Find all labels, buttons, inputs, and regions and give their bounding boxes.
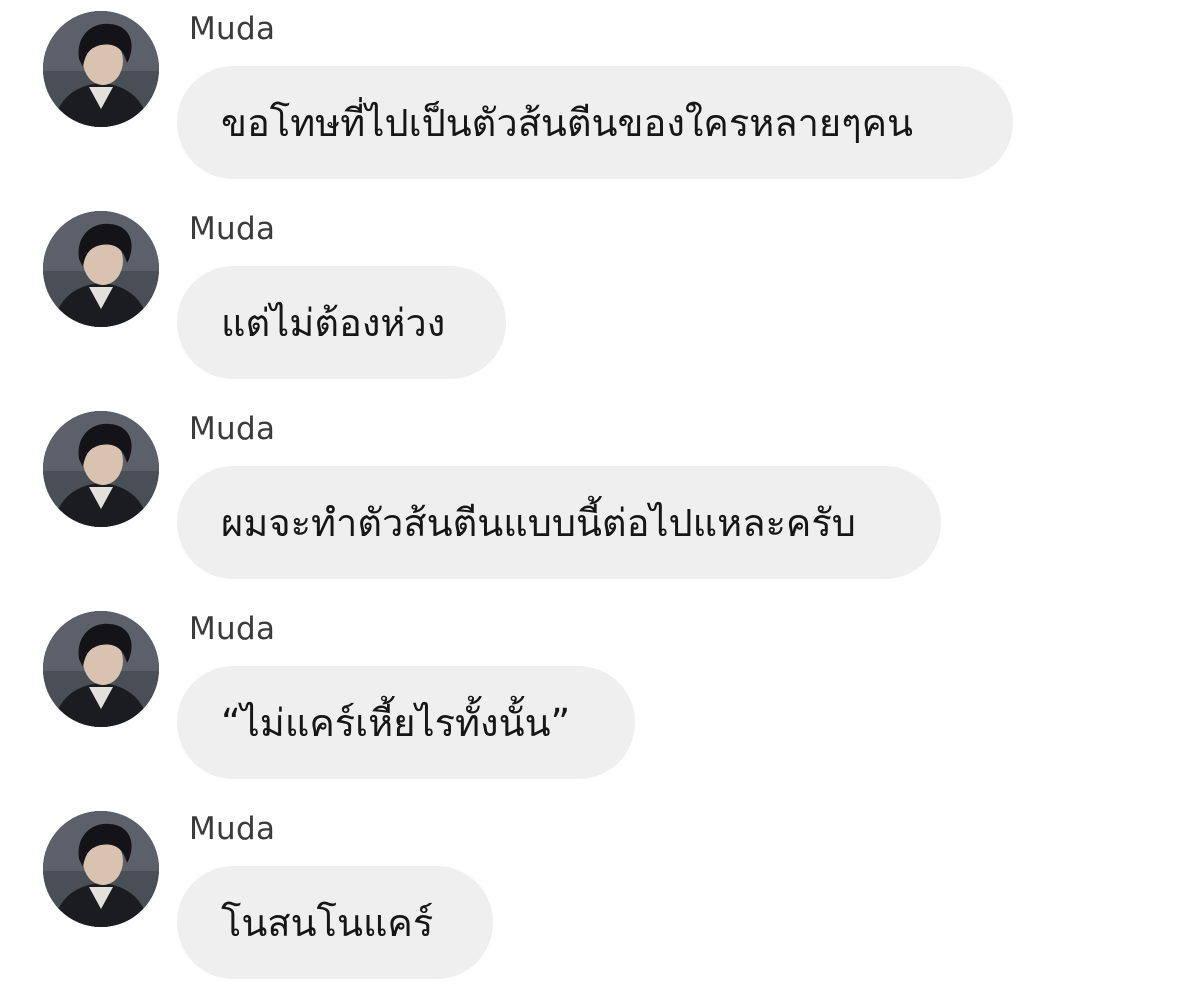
sender-name: Muda	[189, 411, 276, 447]
sender-name: Muda	[189, 11, 276, 47]
message-text: “ไม่แคร์เหี้ยไรทั้งนั้น”	[221, 700, 571, 745]
message-row: Muda ผมจะทำตัวส้นตีนแบบนี้ต่อไปแหละครับ	[0, 400, 1200, 600]
profile-photo-icon	[43, 811, 159, 927]
message-row: Muda โนสนโนแคร์	[0, 800, 1200, 1000]
profile-photo-icon	[43, 211, 159, 327]
message-row: Muda แต่ไม่ต้องห่วง	[0, 200, 1200, 400]
message-bubble[interactable]: แต่ไม่ต้องห่วง	[177, 266, 506, 379]
message-bubble[interactable]: โนสนโนแคร์	[177, 866, 493, 979]
message-text: แต่ไม่ต้องห่วง	[221, 300, 446, 345]
message-text: ขอโทษที่ไปเป็นตัวส้นตีนของใครหลายๆคน	[221, 100, 913, 145]
sender-name: Muda	[189, 611, 276, 647]
chat-thread: Muda ขอโทษที่ไปเป็นตัวส้นตีนของใครหลายๆค…	[0, 0, 1200, 995]
sender-name: Muda	[189, 211, 276, 247]
avatar[interactable]	[43, 611, 159, 727]
message-row: Muda ขอโทษที่ไปเป็นตัวส้นตีนของใครหลายๆค…	[0, 0, 1200, 200]
message-bubble[interactable]: ขอโทษที่ไปเป็นตัวส้นตีนของใครหลายๆคน	[177, 66, 1013, 179]
message-bubble[interactable]: ผมจะทำตัวส้นตีนแบบนี้ต่อไปแหละครับ	[177, 466, 941, 579]
avatar[interactable]	[43, 11, 159, 127]
profile-photo-icon	[43, 611, 159, 727]
avatar[interactable]	[43, 211, 159, 327]
avatar[interactable]	[43, 811, 159, 927]
profile-photo-icon	[43, 411, 159, 527]
message-text: โนสนโนแคร์	[221, 900, 434, 945]
sender-name: Muda	[189, 811, 276, 847]
avatar[interactable]	[43, 411, 159, 527]
message-text: ผมจะทำตัวส้นตีนแบบนี้ต่อไปแหละครับ	[221, 500, 856, 545]
profile-photo-icon	[43, 11, 159, 127]
message-row: Muda “ไม่แคร์เหี้ยไรทั้งนั้น”	[0, 600, 1200, 800]
message-bubble[interactable]: “ไม่แคร์เหี้ยไรทั้งนั้น”	[177, 666, 635, 779]
